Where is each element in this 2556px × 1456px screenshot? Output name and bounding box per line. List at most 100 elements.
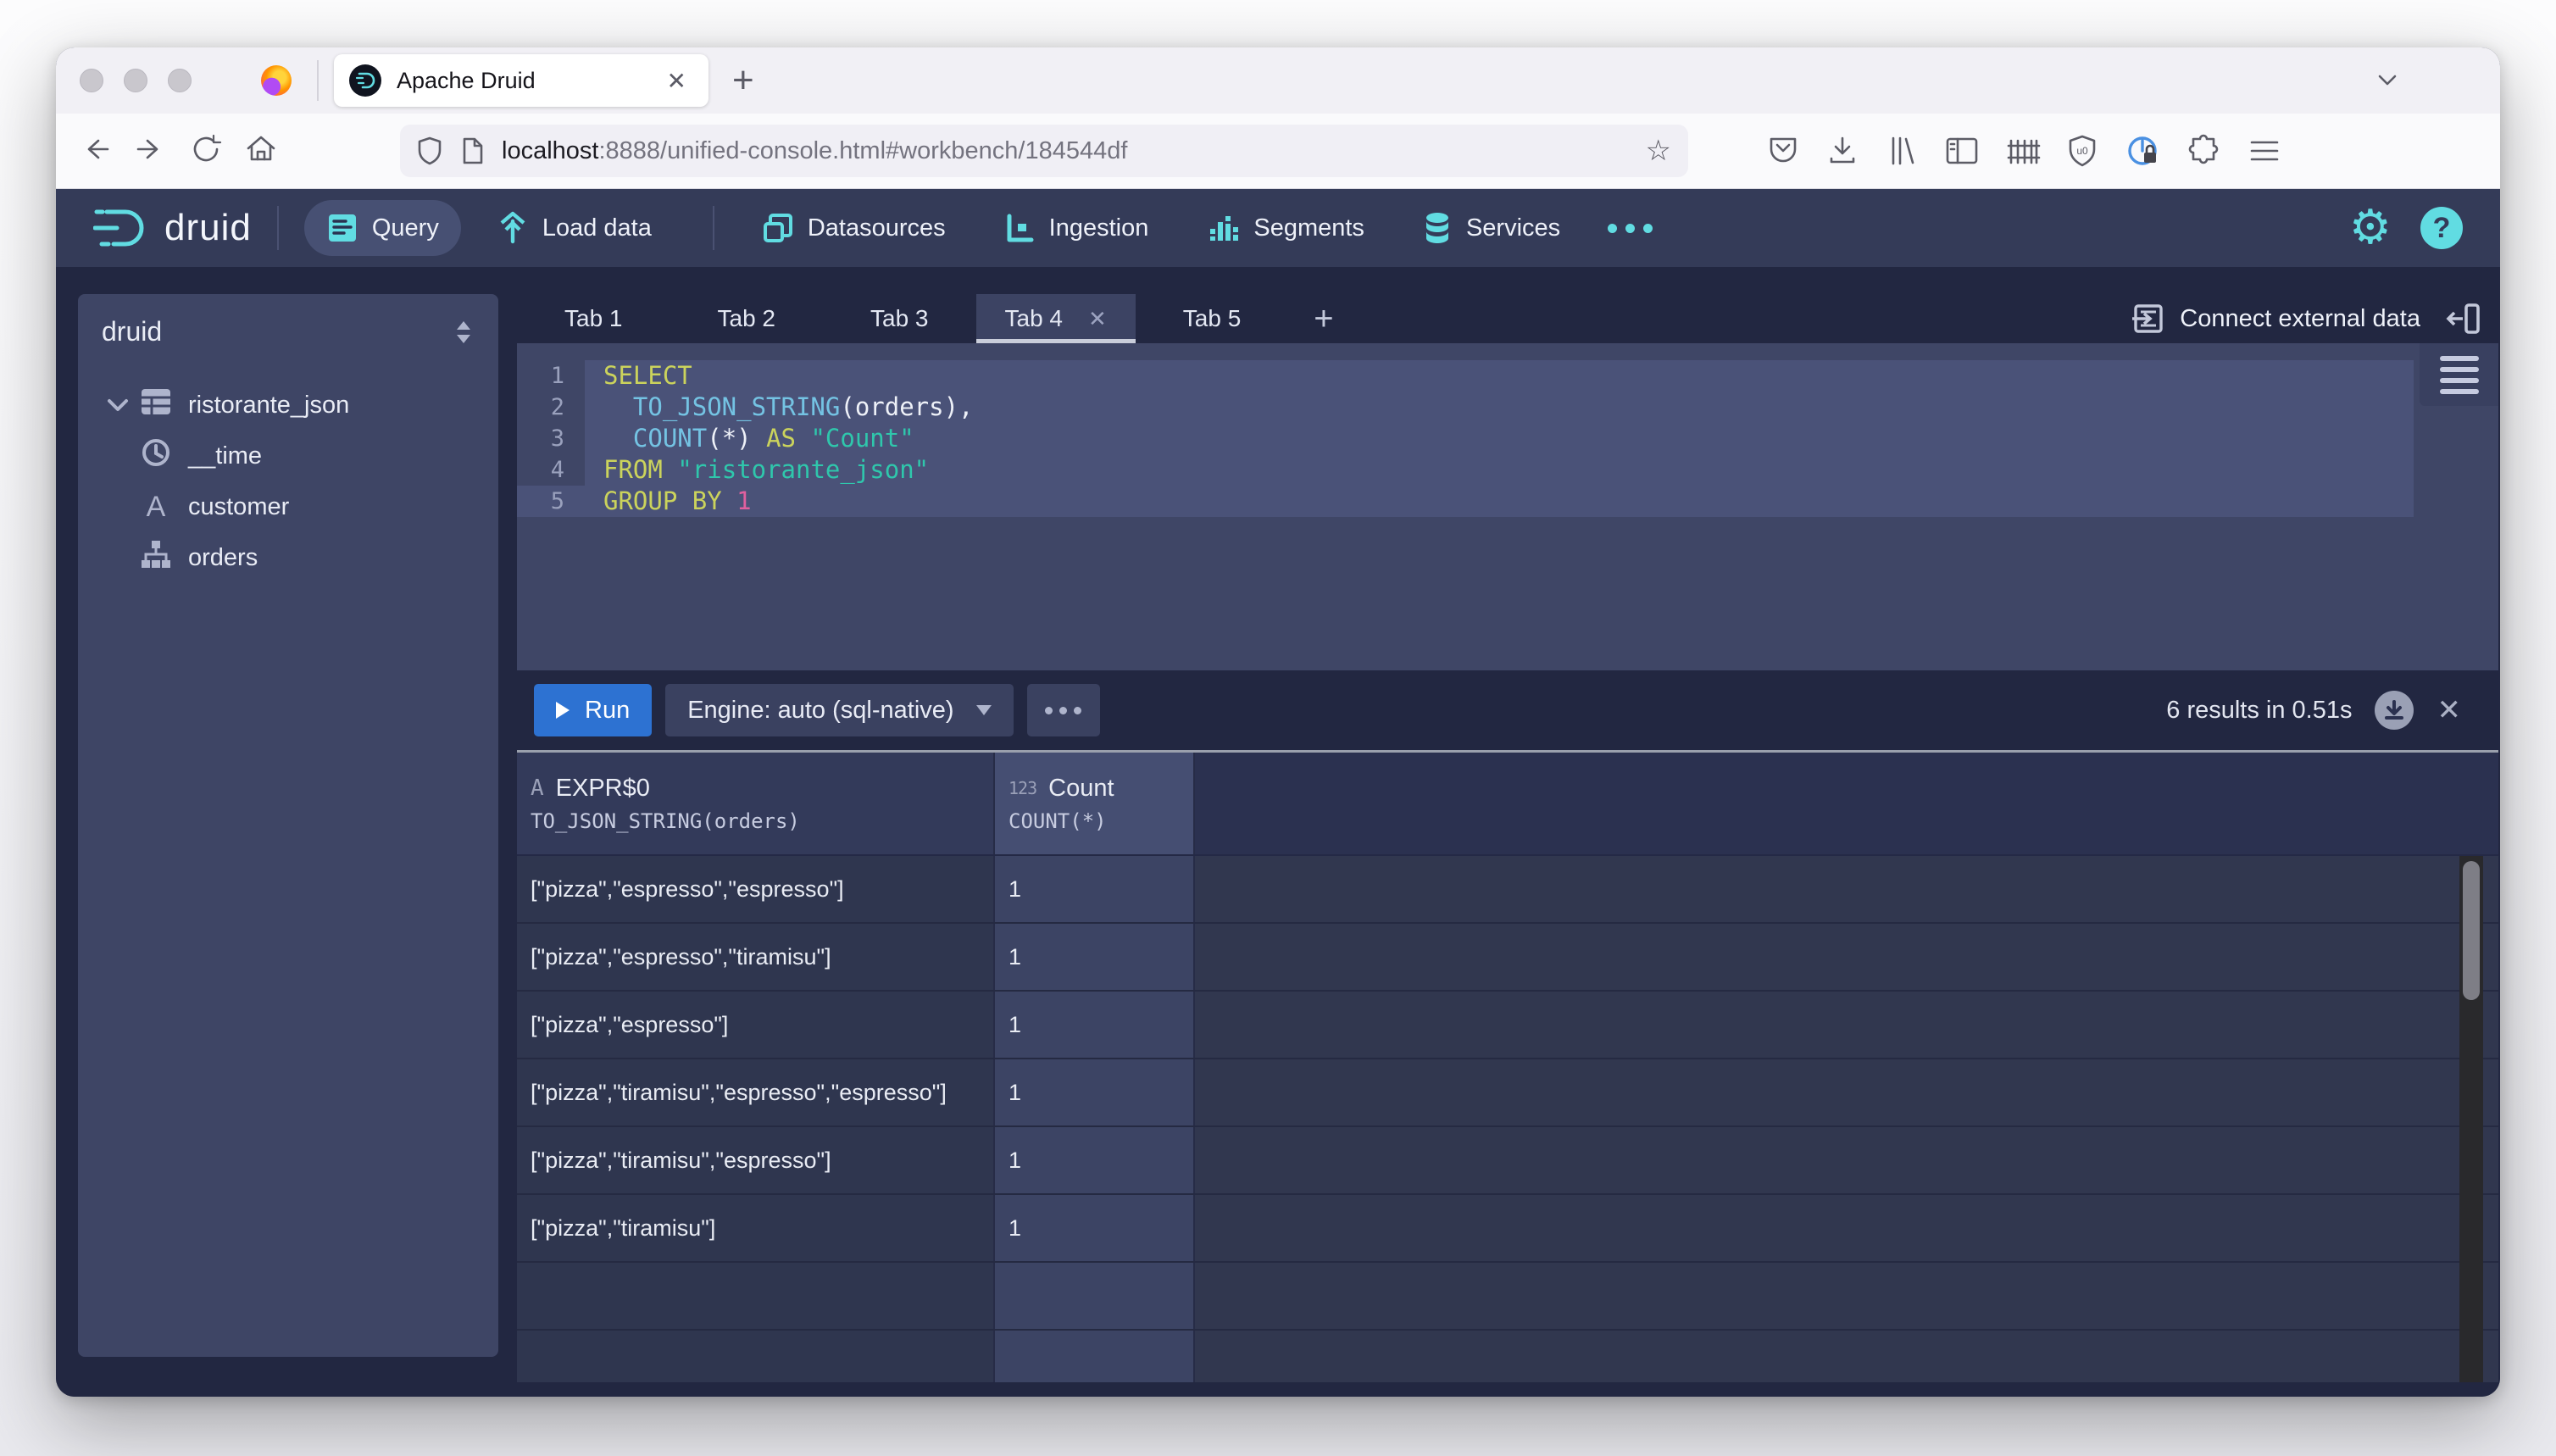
nav-segments[interactable]: Segments [1184, 200, 1386, 256]
result-cell-expr[interactable]: ["pizza","espresso","espresso"] [517, 856, 993, 922]
help-icon[interactable]: ? [2420, 207, 2463, 249]
tab-label: Tab 5 [1182, 305, 1242, 331]
result-cell-expr[interactable]: ["pizza","espresso","tiramisu"] [517, 924, 993, 990]
tree-item-orders[interactable]: orders [78, 532, 498, 583]
tab-close-icon[interactable]: ✕ [1088, 306, 1107, 332]
druid-brand[interactable]: druid [164, 207, 252, 249]
collapse-panel-button[interactable] [2442, 294, 2498, 343]
sidebar-toggle-icon[interactable] [1944, 135, 1980, 167]
query-icon [328, 214, 356, 242]
tab-4[interactable]: Tab 4 ✕ [975, 294, 1136, 343]
firefox-icon[interactable] [261, 65, 292, 96]
back-icon[interactable] [71, 135, 125, 168]
connect-external-data-label: Connect external data [2180, 304, 2420, 332]
connect-external-data-icon [2132, 304, 2163, 333]
connect-external-data-button[interactable]: Connect external data [2109, 294, 2442, 343]
results-panel: A EXPR$0 TO_JSON_STRING(orders) 123 Coun… [517, 753, 2498, 1382]
scrollbar-thumb[interactable] [2463, 861, 2480, 1000]
nav-datasources[interactable]: Datasources [740, 200, 968, 256]
code-line[interactable]: FROM "ristorante_json" [585, 454, 2414, 486]
settings-gear-icon[interactable]: ⚙ [2349, 204, 2392, 252]
result-cell-count[interactable] [993, 1263, 1195, 1329]
url-bar[interactable]: localhost:8888/unified-console.html#work… [400, 125, 1688, 177]
results-scrollbar[interactable] [2459, 856, 2483, 1382]
result-cell-count[interactable] [993, 1331, 1195, 1382]
nav-services[interactable]: Services [1400, 199, 1582, 257]
tab-3[interactable]: Tab 3 [823, 294, 976, 343]
result-cell-expr[interactable]: ["pizza","tiramisu"] [517, 1195, 993, 1261]
column-header-expr0[interactable]: A EXPR$0 TO_JSON_STRING(orders) [517, 753, 993, 854]
editor-code[interactable]: SELECT TO_JSON_STRING(orders), COUNT(*) … [585, 343, 2498, 670]
result-cell-expr[interactable]: ["pizza","tiramisu","espresso"] [517, 1127, 993, 1193]
query-more-button[interactable] [1026, 684, 1100, 736]
page-info-icon[interactable] [461, 136, 485, 165]
column-header-count[interactable]: 123 Count COUNT(*) [993, 753, 1195, 854]
tree-item-customer[interactable]: A customer [78, 481, 498, 532]
home-icon[interactable] [234, 133, 288, 169]
sql-editor[interactable]: 1 2 3 4 5 SELECT TO_JSON_STRING(orders), COU… [517, 343, 2498, 670]
tree-item-label: orders [188, 543, 258, 571]
code-line[interactable]: SELECT [585, 360, 2414, 392]
result-cell-count[interactable]: 1 [993, 1059, 1195, 1125]
forward-icon[interactable] [125, 135, 180, 168]
result-row: ["pizza","espresso","tiramisu"] 1 [517, 924, 2498, 992]
result-cell-expr[interactable] [517, 1331, 993, 1382]
result-cell-count[interactable]: 1 [993, 924, 1195, 990]
result-cell-expr[interactable]: ["pizza","tiramisu","espresso","espresso… [517, 1059, 993, 1125]
result-cell-count[interactable]: 1 [993, 992, 1195, 1058]
tree-item-ristorante-json[interactable]: ristorante_json [78, 380, 498, 431]
new-tab-button[interactable]: + [732, 59, 754, 102]
url-text[interactable]: localhost:8888/unified-console.html#work… [502, 137, 1646, 165]
zoom-window-button[interactable] [168, 69, 192, 92]
tree-item-time[interactable]: __time [78, 431, 498, 481]
chevron-down-icon[interactable] [98, 392, 137, 420]
nav-ingestion[interactable]: Ingestion [981, 200, 1171, 256]
line-number: 5 [517, 486, 585, 517]
column-name: EXPR$0 [555, 774, 650, 802]
vpn-lock-icon[interactable] [2124, 132, 2161, 169]
result-cell-count[interactable]: 1 [993, 1127, 1195, 1193]
download-results-icon[interactable] [2374, 691, 2414, 730]
window-controls[interactable] [80, 69, 192, 92]
code-line[interactable]: TO_JSON_STRING(orders), [585, 392, 2414, 423]
more-menu-icon[interactable] [1596, 223, 1664, 233]
result-cell-expr[interactable]: ["pizza","espresso"] [517, 992, 993, 1058]
schema-select-caret-icon[interactable] [451, 318, 476, 347]
run-button[interactable]: Run [534, 684, 653, 736]
pocket-icon[interactable] [1766, 134, 1800, 168]
schema-name[interactable]: druid [102, 316, 451, 347]
engine-select[interactable]: Engine: auto (sql-native) [665, 684, 1014, 736]
hamburger-menu-icon[interactable] [2248, 136, 2281, 165]
minimize-window-button[interactable] [124, 69, 147, 92]
result-cell-count[interactable]: 1 [993, 856, 1195, 922]
result-row: ["pizza","tiramisu","espresso","espresso… [517, 1059, 2498, 1127]
editor-menu-button[interactable] [2420, 343, 2498, 406]
result-cell-count[interactable]: 1 [993, 1195, 1195, 1261]
add-tab-button[interactable]: + [1288, 294, 1359, 343]
tab-5[interactable]: Tab 5 [1136, 294, 1289, 343]
list-tabs-chevron-icon[interactable] [2373, 69, 2402, 94]
tab-2[interactable]: Tab 2 [670, 294, 824, 343]
tab-close-icon[interactable]: ✕ [660, 64, 693, 98]
code-line[interactable]: COUNT(*) AS "Count" [585, 423, 2414, 454]
extensions-puzzle-icon[interactable] [2186, 133, 2222, 169]
browser-tab-apache-druid[interactable]: Apache Druid ✕ [334, 54, 708, 107]
nav-query[interactable]: Query [303, 200, 461, 256]
library-icon[interactable] [1885, 134, 1919, 168]
close-window-button[interactable] [80, 69, 103, 92]
reload-icon[interactable] [180, 133, 234, 169]
containers-fence-icon[interactable] [2005, 134, 2041, 168]
segments-icon [1210, 216, 1239, 241]
downloads-icon[interactable] [1825, 134, 1859, 168]
nav-load-data[interactable]: Load data [475, 199, 674, 257]
bookmark-star-icon[interactable]: ☆ [1646, 134, 1671, 168]
shield-permissions-icon[interactable] [417, 136, 442, 166]
result-row: ["pizza","espresso","espresso"] 1 [517, 856, 2498, 924]
druid-logo-icon[interactable] [93, 203, 153, 253]
result-cell-expr[interactable] [517, 1263, 993, 1329]
tab-1[interactable]: Tab 1 [517, 294, 670, 343]
close-results-icon[interactable]: ✕ [2437, 693, 2462, 727]
code-line[interactable]: GROUP BY 1 [585, 486, 2414, 517]
ublock-shield-icon[interactable]: u0 [2066, 134, 2098, 168]
load-data-icon [500, 211, 525, 244]
